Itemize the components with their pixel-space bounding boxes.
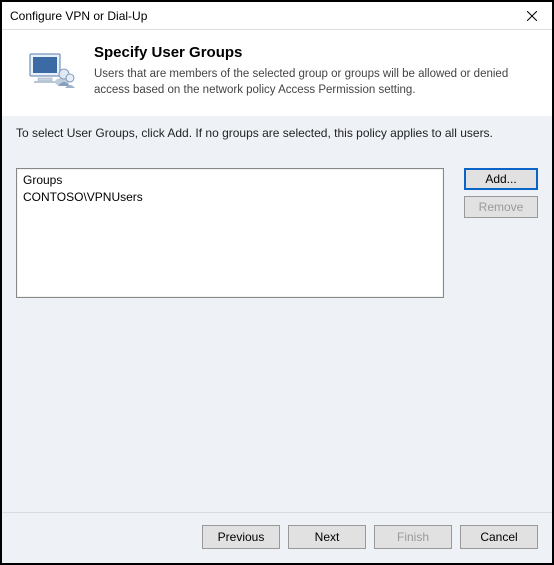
wizard-icon [22, 44, 78, 98]
cancel-button[interactable]: Cancel [460, 525, 538, 549]
previous-button[interactable]: Previous [202, 525, 280, 549]
close-icon [527, 11, 537, 21]
header-text: Specify User Groups Users that are membe… [94, 44, 532, 98]
side-buttons: Add... Remove [464, 168, 538, 218]
computer-users-icon [24, 48, 76, 96]
add-button[interactable]: Add... [464, 168, 538, 190]
page-description: Users that are members of the selected g… [94, 67, 532, 98]
body: Groups CONTOSO\VPNUsers Add... Remove [2, 150, 552, 512]
titlebar: Configure VPN or Dial-Up [2, 2, 552, 30]
remove-button: Remove [464, 196, 538, 218]
window-title: Configure VPN or Dial-Up [10, 9, 147, 23]
next-button[interactable]: Next [288, 525, 366, 549]
groups-listbox[interactable]: Groups CONTOSO\VPNUsers [16, 168, 444, 298]
instruction-text: To select User Groups, click Add. If no … [2, 116, 552, 150]
finish-button: Finish [374, 525, 452, 549]
header: Specify User Groups Users that are membe… [2, 30, 552, 116]
groups-column-header: Groups [23, 173, 437, 187]
footer: Previous Next Finish Cancel [2, 512, 552, 563]
close-button[interactable] [512, 2, 552, 30]
list-item[interactable]: CONTOSO\VPNUsers [23, 189, 437, 205]
page-heading: Specify User Groups [94, 44, 532, 61]
